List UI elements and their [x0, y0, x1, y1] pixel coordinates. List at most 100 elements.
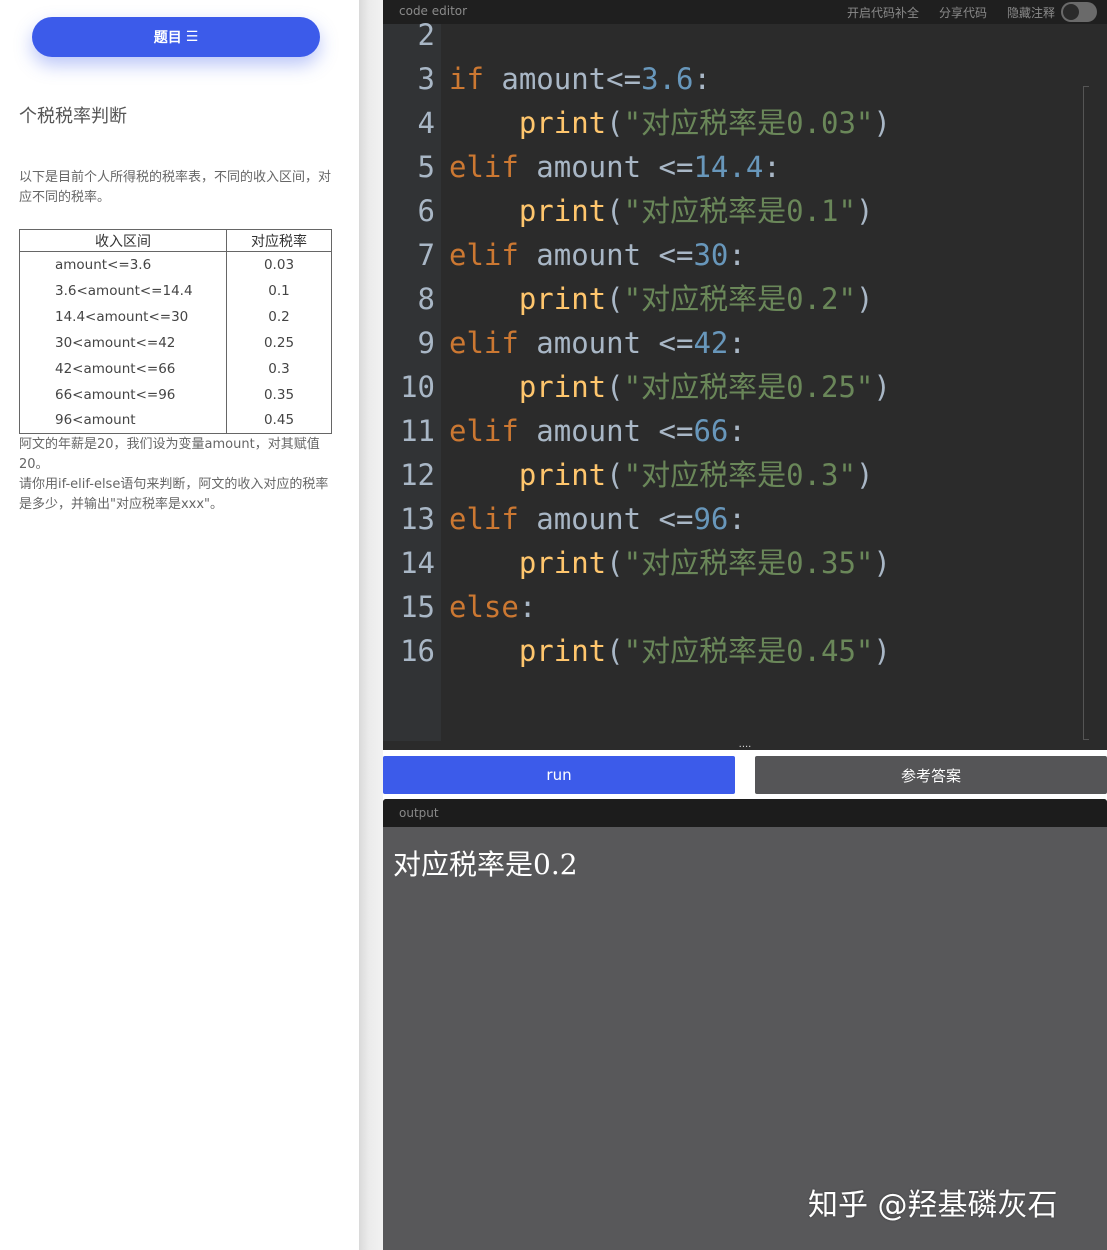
- code-text: print("对应税率是0.35"): [449, 541, 891, 585]
- code-token: :: [728, 414, 746, 448]
- code-line[interactable]: 13 elif amount <=96:: [383, 497, 1107, 541]
- code-token: :: [518, 590, 537, 624]
- table-row: 14.4<amount<=30 0.2: [19, 303, 332, 330]
- code-token: amount <=: [518, 502, 694, 536]
- code-line[interactable]: 8 print("对应税率是0.2"): [383, 277, 1107, 321]
- code-line[interactable]: 2: [383, 13, 1107, 57]
- code-line[interactable]: 7 elif amount <=30:: [383, 233, 1107, 277]
- code-line[interactable]: 15 else:: [383, 585, 1107, 629]
- column-header-range: 收入区间: [19, 229, 227, 252]
- code-text: if amount<=3.6:: [449, 57, 711, 101]
- code-token: 14.4: [693, 150, 764, 184]
- line-number: 2: [417, 18, 435, 52]
- line-number: 11: [400, 414, 435, 448]
- code-text: elif amount <=66:: [449, 409, 746, 453]
- code-text: elif amount <=96:: [449, 497, 746, 541]
- code-token: elif: [449, 238, 519, 272]
- code-token: ): [873, 546, 891, 580]
- column-header-rate: 对应税率: [226, 229, 332, 252]
- code-token: print: [518, 106, 607, 140]
- output-title: output: [399, 806, 439, 820]
- code-token: 66: [693, 414, 729, 448]
- code-line[interactable]: 16 print("对应税率是0.45"): [383, 629, 1107, 673]
- line-number: 3: [417, 62, 435, 96]
- topic-button[interactable]: 题目 ☰: [32, 17, 320, 57]
- line-number: 9: [417, 326, 435, 360]
- line-number: 14: [400, 546, 435, 580]
- topic-button-label: 题目: [153, 30, 182, 46]
- code-token: amount<=: [483, 62, 642, 96]
- instruction-line-1: 阿文的年薪是20，我们设为变量amount，对其赋值20。: [19, 437, 320, 472]
- tax-rate-cell: 0.45: [226, 407, 332, 434]
- output-header: output: [383, 799, 1107, 827]
- code-token: print: [518, 546, 607, 580]
- tax-rate-cell: 0.2: [226, 303, 332, 330]
- code-text: print("对应税率是0.1"): [449, 189, 874, 233]
- code-line[interactable]: 14 print("对应税率是0.35"): [383, 541, 1107, 585]
- code-token: "对应税率是0.03": [623, 106, 874, 140]
- code-line[interactable]: 5 elif amount <=14.4:: [383, 145, 1107, 189]
- run-button[interactable]: run: [383, 756, 735, 794]
- instruction-line-2: 请你用if-elif-else语句来判断，阿文的收入对应的税率是多少，并输出"对…: [19, 477, 329, 512]
- code-token: (: [606, 106, 624, 140]
- code-token: "对应税率是0.3": [623, 458, 856, 492]
- code-token: elif: [449, 414, 519, 448]
- line-number: 4: [417, 106, 435, 140]
- table-header-row: 收入区间 对应税率: [19, 229, 332, 252]
- code-line[interactable]: 11 elif amount <=66:: [383, 409, 1107, 453]
- editor-resize-handle[interactable]: ....: [737, 740, 753, 750]
- tax-rate-cell: 0.1: [226, 277, 332, 304]
- code-token: :: [728, 326, 746, 360]
- tax-rate-cell: 0.3: [226, 355, 332, 382]
- code-token: elif: [449, 150, 519, 184]
- tax-rate-table: 收入区间 对应税率 amount<=3.6 0.03 3.6<amount<=14.…: [19, 229, 332, 434]
- table-row: 42<amount<=66 0.3: [19, 355, 332, 382]
- problem-panel: 题目 ☰ 个税税率判断 以下是目前个人所得税的税率表，不同的收入区间，对应不同的…: [0, 0, 359, 1250]
- code-token: print: [518, 370, 607, 404]
- code-line[interactable]: 6 print("对应税率是0.1"): [383, 189, 1107, 233]
- line-number: 12: [400, 458, 435, 492]
- line-number: 16: [400, 634, 435, 668]
- watermark: 知乎 @羟基磷灰石: [808, 1188, 1058, 1223]
- line-number: 5: [417, 150, 435, 184]
- code-token: print: [518, 634, 607, 668]
- code-token: (: [606, 370, 624, 404]
- income-range-cell: 30<amount<=42: [19, 329, 227, 356]
- code-token: ): [855, 194, 874, 228]
- code-line[interactable]: 12 print("对应税率是0.3"): [383, 453, 1107, 497]
- income-range-cell: 42<amount<=66: [19, 355, 227, 382]
- table-row: 96<amount 0.45: [19, 407, 332, 434]
- code-token: ): [873, 370, 891, 404]
- code-line[interactable]: 10 print("对应税率是0.25"): [383, 365, 1107, 409]
- income-range-cell: 66<amount<=96: [19, 381, 227, 408]
- line-number: 7: [417, 238, 435, 272]
- reference-answer-button[interactable]: 参考答案: [755, 756, 1107, 794]
- code-token: print: [518, 282, 607, 316]
- code-token: (: [606, 546, 624, 580]
- code-text: else:: [449, 585, 536, 629]
- code-token: elif: [449, 326, 519, 360]
- code-token: else: [449, 590, 519, 624]
- code-text: elif amount <=42:: [449, 321, 746, 365]
- code-line[interactable]: 9 elif amount <=42:: [383, 321, 1107, 365]
- code-token: "对应税率是0.45": [623, 634, 874, 668]
- problem-description: 以下是目前个人所得税的税率表，不同的收入区间，对应不同的税率。: [19, 170, 332, 205]
- code-token: :: [728, 502, 746, 536]
- code-line[interactable]: 3 if amount<=3.6:: [383, 57, 1107, 101]
- code-token: 30: [693, 238, 729, 272]
- code-line[interactable]: 4 print("对应税率是0.03"): [383, 101, 1107, 145]
- code-token: ): [855, 458, 874, 492]
- line-number: 13: [400, 502, 435, 536]
- tax-rate-cell: 0.25: [226, 329, 332, 356]
- code-token: ): [855, 282, 874, 316]
- code-editor[interactable]: code editor 开启代码补全 分享代码 隐藏注释 2 3 if amount…: [383, 0, 1107, 750]
- line-number: 10: [400, 370, 435, 404]
- code-token: :: [728, 238, 746, 272]
- table-row: amount<=3.6 0.03: [19, 251, 332, 278]
- code-text: print("对应税率是0.03"): [449, 101, 891, 145]
- code-token: (: [606, 458, 624, 492]
